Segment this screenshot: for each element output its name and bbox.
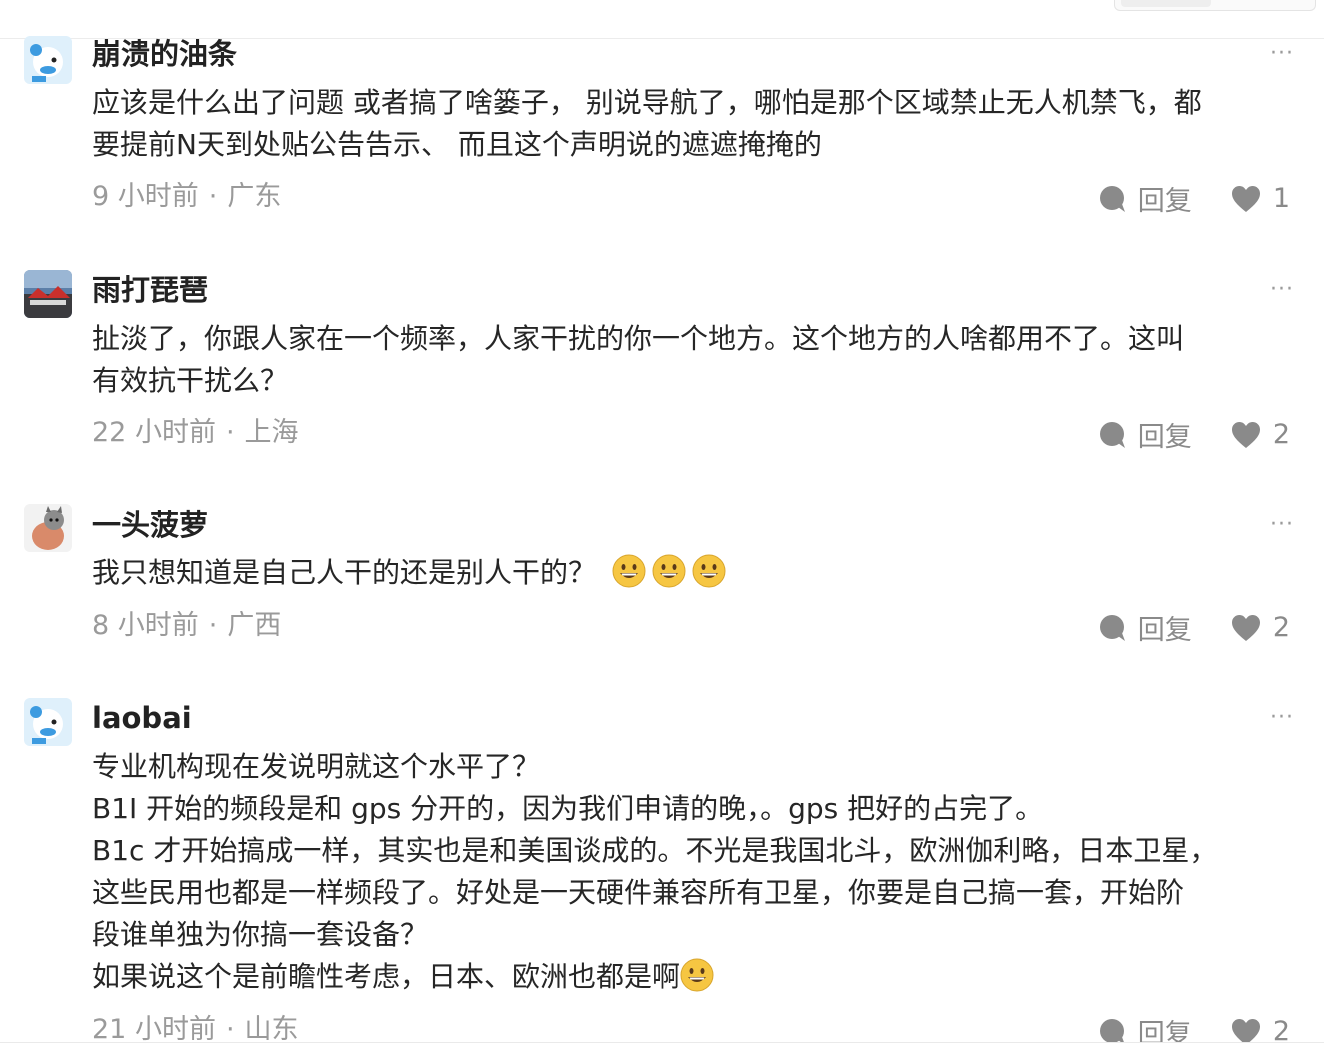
comment-line: 要提前N天到处贴公告告示、 而且这个声明说的遮遮掩掩的 — [92, 128, 822, 161]
speech-bubble-icon — [1099, 614, 1125, 641]
like-count: 2 — [1272, 419, 1290, 450]
like-button[interactable]: 2 — [1231, 419, 1290, 450]
reply-label: 回复 — [1137, 615, 1192, 646]
timestamp: 8 小时前 — [92, 610, 199, 641]
more-options-button[interactable]: ··· — [1270, 707, 1294, 729]
separator: · — [208, 610, 218, 641]
avatar[interactable] — [24, 270, 72, 318]
comment-meta: 22 小时前 · 上海 — [92, 415, 299, 451]
avatar[interactable] — [24, 504, 72, 552]
heart-icon — [1231, 614, 1260, 641]
comment-actions: 回复 1 — [1098, 179, 1290, 218]
reply-button[interactable]: 回复 — [1098, 608, 1192, 647]
comment-meta: 9 小时前 · 广东 — [92, 179, 281, 215]
comment-line-text: 我只想知道是自己人干的还是别人干的？ — [92, 556, 597, 589]
more-options-button[interactable]: ··· — [1270, 514, 1294, 536]
username[interactable]: 崩溃的油条 — [92, 36, 237, 72]
grinning-face-emoji — [652, 554, 686, 588]
location: 广东 — [227, 181, 282, 212]
comment-actions: 回复 2 — [1098, 608, 1290, 647]
comment-line: 如果说这个是前瞻性考虑，日本、欧洲也都是啊 — [92, 956, 1292, 998]
grinning-face-emoji — [692, 554, 726, 588]
username[interactable]: 一头菠萝 — [92, 507, 208, 543]
speech-bubble-icon — [1099, 421, 1125, 448]
comment-line: 我只想知道是自己人干的还是别人干的？ — [92, 552, 1292, 594]
comment-line: 有效抗干扰么？ — [92, 364, 289, 397]
separator: · — [225, 1014, 235, 1045]
grinning-face-emoji — [680, 958, 714, 992]
more-options-button[interactable]: ··· — [1270, 43, 1294, 65]
timestamp: 22 小时前 — [92, 417, 216, 448]
separator: · — [225, 417, 235, 448]
heart-icon — [1231, 421, 1260, 448]
comment-line: 这些民用也都是一样频段了。好处是一天硬件兼容所有卫星，你要是自己搞一套，开始阶 — [92, 876, 1185, 909]
avatar[interactable] — [24, 698, 72, 746]
reply-button[interactable]: 回复 — [1098, 415, 1192, 454]
reply-button[interactable]: 回复 — [1098, 179, 1192, 218]
like-button[interactable]: 1 — [1231, 183, 1290, 214]
username[interactable]: 雨打琵琶 — [92, 272, 208, 308]
like-button[interactable]: 2 — [1231, 612, 1290, 643]
comment-text: 专业机构现在发说明就这个水平了？ B1I 开始的频段是和 gps 分开的，因为我… — [92, 746, 1292, 998]
avatar[interactable] — [24, 36, 72, 84]
comment-line: 扯淡了，你跟人家在一个频率，人家干扰的你一个地方。这个地方的人啥都用不了。这叫 — [92, 322, 1185, 355]
comment-line: 专业机构现在发说明就这个水平了？ — [92, 750, 541, 783]
more-options-button[interactable]: ··· — [1270, 279, 1294, 301]
location: 山东 — [244, 1014, 299, 1045]
timestamp: 9 小时前 — [92, 181, 199, 212]
speech-bubble-icon — [1099, 185, 1125, 212]
reply-label: 回复 — [1137, 186, 1192, 217]
comment-text: 扯淡了，你跟人家在一个频率，人家干扰的你一个地方。这个地方的人啥都用不了。这叫 … — [92, 318, 1292, 402]
comment-meta: 8 小时前 · 广西 — [92, 608, 281, 644]
like-count: 1 — [1272, 183, 1290, 214]
username[interactable]: laobai — [92, 700, 192, 736]
top-bar — [0, 0, 1324, 39]
heart-icon — [1231, 185, 1260, 212]
separator: · — [208, 181, 218, 212]
comment-actions: 回复 2 — [1098, 415, 1290, 454]
reply-label: 回复 — [1137, 422, 1192, 453]
timestamp: 21 小时前 — [92, 1014, 216, 1045]
comment-line-text: 如果说这个是前瞻性考虑，日本、欧洲也都是啊 — [92, 960, 681, 993]
comment-line: B1c 才开始搞成一样，其实也是和美国谈成的。不光是我国北斗，欧洲伽利略，日本卫… — [92, 834, 1218, 867]
location: 上海 — [244, 417, 299, 448]
comment-line: 段谁单独为你搞一套设备？ — [92, 918, 429, 951]
grinning-face-emoji — [612, 554, 646, 588]
top-tab-fragment[interactable] — [1114, 0, 1316, 11]
like-count: 2 — [1272, 612, 1290, 643]
location: 广西 — [227, 610, 282, 641]
comment-text: 应该是什么出了问题 或者搞了啥篓子， 别说导航了，哪怕是那个区域禁止无人机禁飞，… — [92, 82, 1292, 166]
comment-line: 应该是什么出了问题 或者搞了啥篓子， 别说导航了，哪怕是那个区域禁止无人机禁飞，… — [92, 86, 1202, 119]
comment-text: 我只想知道是自己人干的还是别人干的？ — [92, 552, 1292, 594]
comment-line: B1I 开始的频段是和 gps 分开的，因为我们申请的晚，。gps 把好的占完了… — [92, 792, 1044, 825]
